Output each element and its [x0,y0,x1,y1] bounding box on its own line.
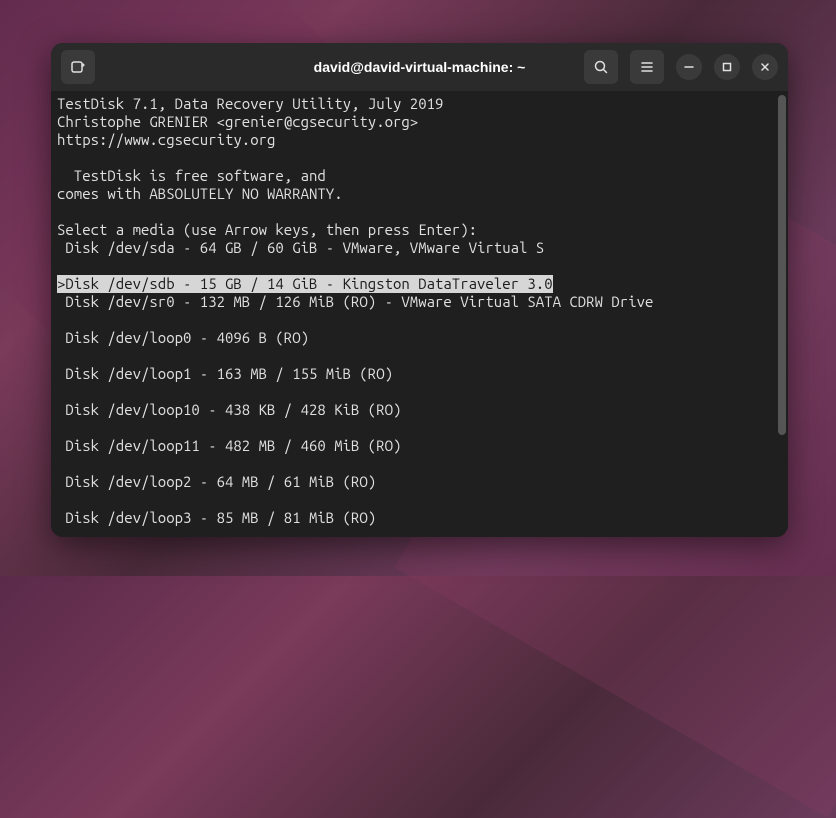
disk-row[interactable]: >Disk /dev/sdb - 15 GB / 14 GiB - Kingst… [57,275,553,293]
header-line: https://www.cgsecurity.org [57,131,275,148]
disk-row[interactable]: Disk /dev/loop3 - 85 MB / 81 MiB (RO) [57,509,782,527]
select-prompt: Select a media (use Arrow keys, then pre… [57,221,477,238]
maximize-button[interactable] [714,54,740,80]
intro-line: comes with ABSOLUTELY NO WARRANTY. [57,185,343,202]
titlebar-left [61,50,95,84]
search-button[interactable] [584,50,618,84]
titlebar-right [584,50,778,84]
terminal-content: TestDisk 7.1, Data Recovery Utility, Jul… [51,91,788,537]
scrollbar-thumb[interactable] [778,95,786,435]
terminal-area[interactable]: TestDisk 7.1, Data Recovery Utility, Jul… [51,91,788,537]
disk-row[interactable]: Disk /dev/loop10 - 438 KB / 428 KiB (RO) [57,401,782,419]
disk-row[interactable]: Disk /dev/sda - 64 GB / 60 GiB - VMware,… [57,239,782,257]
disk-row[interactable]: Disk /dev/sr0 - 132 MB / 126 MiB (RO) - … [57,293,782,311]
menu-button[interactable] [630,50,664,84]
disk-row[interactable]: Disk /dev/loop1 - 163 MB / 155 MiB (RO) [57,365,782,383]
disk-row[interactable]: Disk /dev/loop2 - 64 MB / 61 MiB (RO) [57,473,782,491]
disk-list: Disk /dev/sda - 64 GB / 60 GiB - VMware,… [57,239,782,537]
header-line: Christophe GRENIER <grenier@cgsecurity.o… [57,113,418,130]
close-button[interactable] [752,54,778,80]
new-tab-button[interactable] [61,50,95,84]
disk-row[interactable]: Disk /dev/loop0 - 4096 B (RO) [57,329,782,347]
terminal-window: david@david-virtual-machine: ~ [51,43,788,537]
disk-row[interactable]: Disk /dev/loop11 - 482 MB / 460 MiB (RO) [57,437,782,455]
minimize-button[interactable] [676,54,702,80]
header-line: TestDisk 7.1, Data Recovery Utility, Jul… [57,95,443,112]
titlebar: david@david-virtual-machine: ~ [51,43,788,91]
intro-line: TestDisk is free software, and [57,167,326,184]
